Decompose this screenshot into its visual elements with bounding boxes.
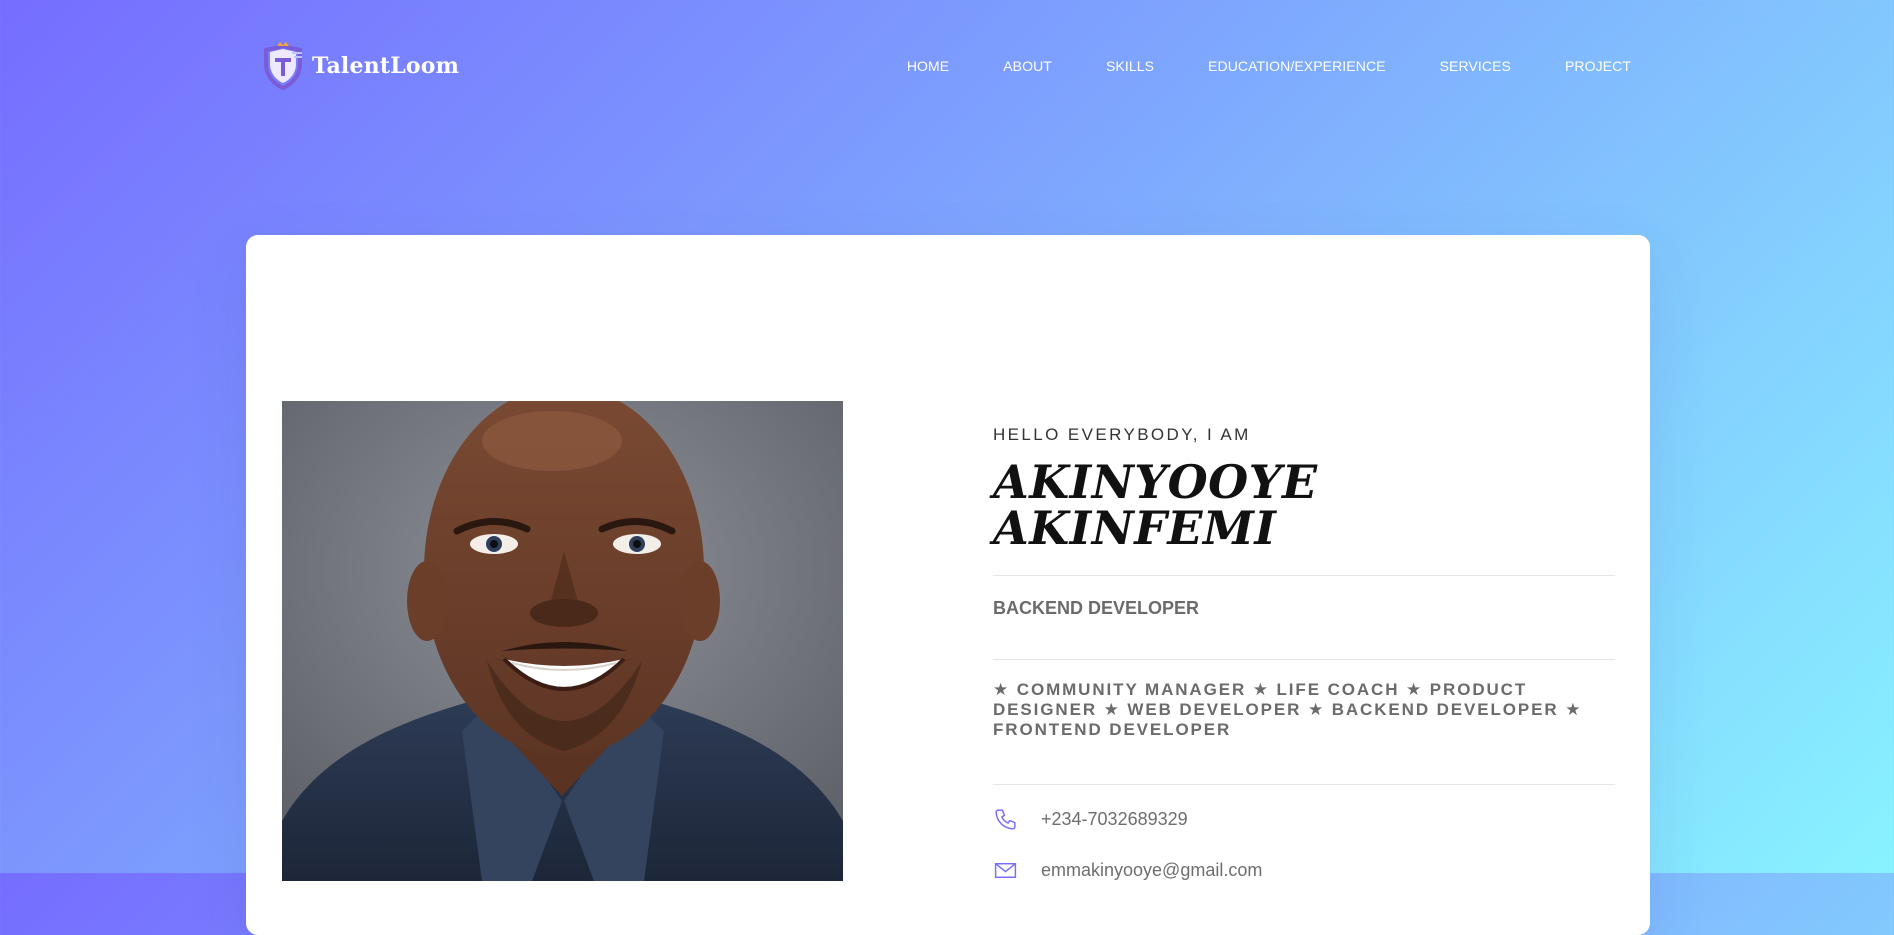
- profile-tags: ★ COMMUNITY MANAGER ★ LIFE COACH ★ PRODU…: [993, 680, 1583, 739]
- profile-name: AKINYOOYE AKINFEMI: [993, 455, 1318, 555]
- nav-skills[interactable]: SKILLS: [1106, 58, 1154, 74]
- profile-info: HELLO EVERYBODY, I AM AKINYOOYE AKINFEMI…: [993, 425, 1615, 883]
- nav-about[interactable]: ABOUT: [1003, 58, 1052, 74]
- profile-card: HELLO EVERYBODY, I AM AKINYOOYE AKINFEMI…: [246, 235, 1650, 935]
- site-header: TalentLoom HOME ABOUT SKILLS EDUCATION/E…: [0, 0, 1894, 130]
- brand-name: TalentLoom: [312, 53, 460, 79]
- divider: [993, 575, 1615, 576]
- nav-home[interactable]: HOME: [907, 58, 949, 74]
- profile-photo: [282, 401, 843, 881]
- phone-number: +234-7032689329: [1041, 809, 1188, 829]
- phone-icon: [995, 809, 1016, 830]
- divider: [993, 659, 1615, 660]
- brand-logo[interactable]: TalentLoom: [262, 42, 459, 90]
- nav-education-experience[interactable]: EDUCATION/EXPERIENCE: [1208, 58, 1386, 74]
- profile-role: BACKEND DEVELOPER: [993, 598, 1200, 618]
- envelope-icon: [994, 863, 1017, 878]
- nav-services[interactable]: SERVICES: [1440, 58, 1511, 74]
- shield-t-icon: [264, 42, 302, 90]
- portrait-image: [282, 401, 843, 881]
- greeting-text: HELLO EVERYBODY, I AM: [993, 425, 1251, 444]
- divider: [993, 784, 1615, 785]
- email-address: emmakinyooye@gmail.com: [1041, 860, 1263, 880]
- contact-phone[interactable]: +234-7032689329: [993, 807, 1615, 832]
- main-nav: HOME ABOUT SKILLS EDUCATION/EXPERIENCE S…: [907, 58, 1631, 74]
- nav-project[interactable]: PROJECT: [1565, 58, 1631, 74]
- contact-email[interactable]: emmakinyooye@gmail.com: [993, 858, 1615, 883]
